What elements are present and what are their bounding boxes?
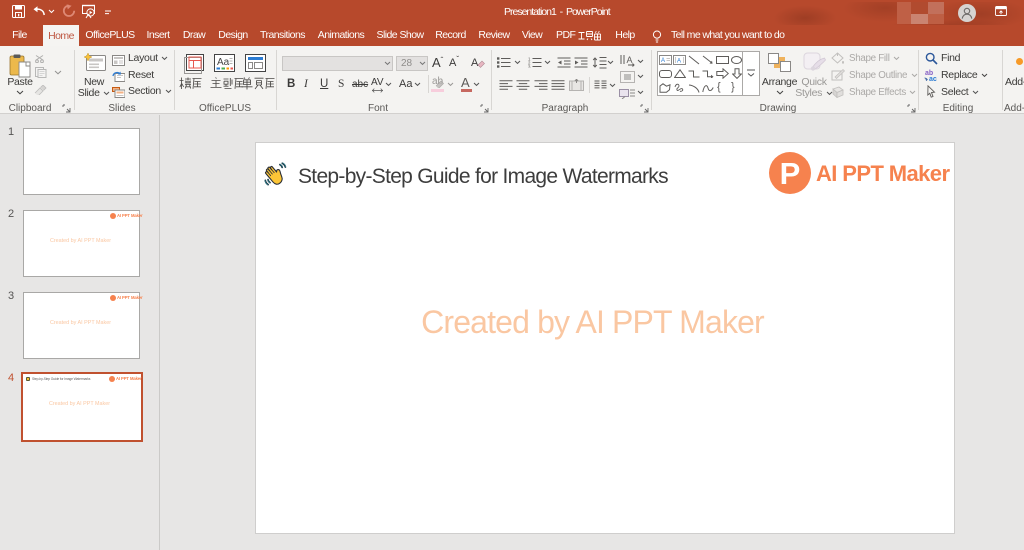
- svg-text:A: A: [627, 55, 633, 65]
- svg-text:Aa: Aa: [217, 57, 230, 68]
- svg-text:A: A: [661, 58, 665, 64]
- svg-text:3: 3: [528, 64, 531, 68]
- svg-text:A: A: [471, 57, 479, 69]
- svg-text:ac: ac: [929, 76, 937, 81]
- svg-text:A: A: [677, 59, 681, 65]
